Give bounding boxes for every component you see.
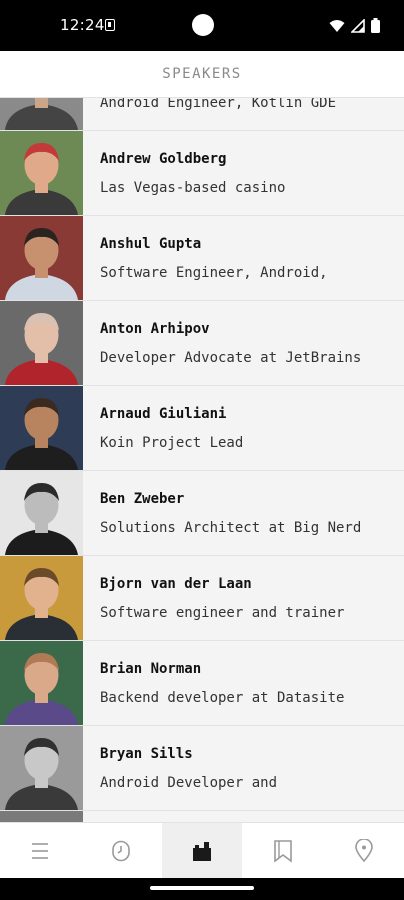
speaker-row[interactable]: Android Engineer, Kotlin GDE: [0, 98, 404, 131]
speaker-photo: [0, 386, 83, 470]
speaker-photo: [0, 556, 83, 640]
speaker-name: Brian Norman: [100, 661, 202, 677]
location-pin-icon: [354, 838, 373, 862]
status-icons: [329, 18, 380, 33]
speaker-row[interactable]: Anton Arhipov Developer Advocate at JetBr…: [0, 301, 404, 386]
speaker-list-inner: Android Engineer, Kotlin GDE Andrew Goldb…: [0, 98, 404, 822]
speaker-row[interactable]: Andrew Goldberg Las Vegas-based casino: [0, 131, 404, 216]
speaker-row[interactable]: [0, 811, 404, 822]
speaker-photo: [0, 726, 83, 810]
speaker-row[interactable]: Ben Zweber Solutions Architect at Big Ner…: [0, 471, 404, 556]
nav-item-speakers[interactable]: [161, 823, 243, 878]
speaker-row[interactable]: Bryan Sills Android Developer and: [0, 726, 404, 811]
speaker-row[interactable]: Brian Norman Backend developer at Datasit…: [0, 641, 404, 726]
speaker-name: Bjorn van der Laan: [100, 576, 252, 592]
speaker-title: Koin Project Lead: [100, 435, 244, 451]
speaker-row[interactable]: Anshul Gupta Software Engineer, Android,: [0, 216, 404, 301]
bookmark-icon: [273, 839, 292, 863]
speaker-photo: [0, 811, 83, 822]
speaker-title: Software engineer and trainer: [100, 605, 345, 621]
bottom-navigation: [0, 822, 404, 878]
status-time: 12:24: [60, 16, 105, 34]
speaker-row[interactable]: Bjorn van der Laan Software engineer and …: [0, 556, 404, 641]
speaker-photo: [0, 641, 83, 725]
speaker-title: Android Engineer, Kotlin GDE: [100, 98, 337, 111]
speaker-photo: [0, 301, 83, 385]
speaker-title: Android Developer and: [100, 775, 278, 791]
speaker-photo: [0, 98, 83, 130]
wifi-icon: [329, 19, 345, 32]
camera-cutout: [192, 14, 214, 36]
speaker-title: Backend developer at Datasite: [100, 690, 345, 706]
speaker-title: Developer Advocate at JetBrains: [100, 350, 362, 366]
speaker-title: Solutions Architect at Big Nerd: [100, 520, 362, 536]
speaker-name: Ben Zweber: [100, 491, 185, 507]
clock-icon: [112, 840, 130, 861]
speakers-icon: [192, 841, 211, 861]
nav-item-location[interactable]: [323, 823, 404, 878]
speaker-name: Arnaud Giuliani: [100, 406, 227, 422]
status-bar: 12:24: [0, 0, 404, 51]
page-title: SPEAKERS: [162, 66, 242, 82]
nav-item-schedule[interactable]: [81, 823, 162, 878]
speaker-name: Andrew Goldberg: [100, 151, 227, 167]
gesture-bar: [0, 878, 404, 900]
battery-icon: [371, 18, 380, 33]
signal-icon: [351, 18, 365, 33]
menu-icon: [32, 842, 49, 859]
nav-item-menu[interactable]: [0, 823, 81, 878]
home-gesture-pill[interactable]: [150, 886, 254, 890]
notification-icon: [105, 19, 115, 31]
speaker-name: Anshul Gupta: [100, 236, 202, 252]
speaker-photo: [0, 471, 83, 555]
speaker-title: Software Engineer, Android,: [100, 265, 328, 281]
speaker-name: Anton Arhipov: [100, 321, 210, 337]
nav-item-bookmarks[interactable]: [242, 823, 323, 878]
speaker-title: Las Vegas-based casino: [100, 180, 286, 196]
speaker-photo: [0, 131, 83, 215]
app-bar: SPEAKERS: [0, 51, 404, 98]
speaker-row[interactable]: Arnaud Giuliani Koin Project Lead: [0, 386, 404, 471]
speaker-photo: [0, 216, 83, 300]
speaker-list[interactable]: Android Engineer, Kotlin GDE Andrew Goldb…: [0, 98, 404, 822]
speaker-name: Bryan Sills: [100, 746, 193, 762]
